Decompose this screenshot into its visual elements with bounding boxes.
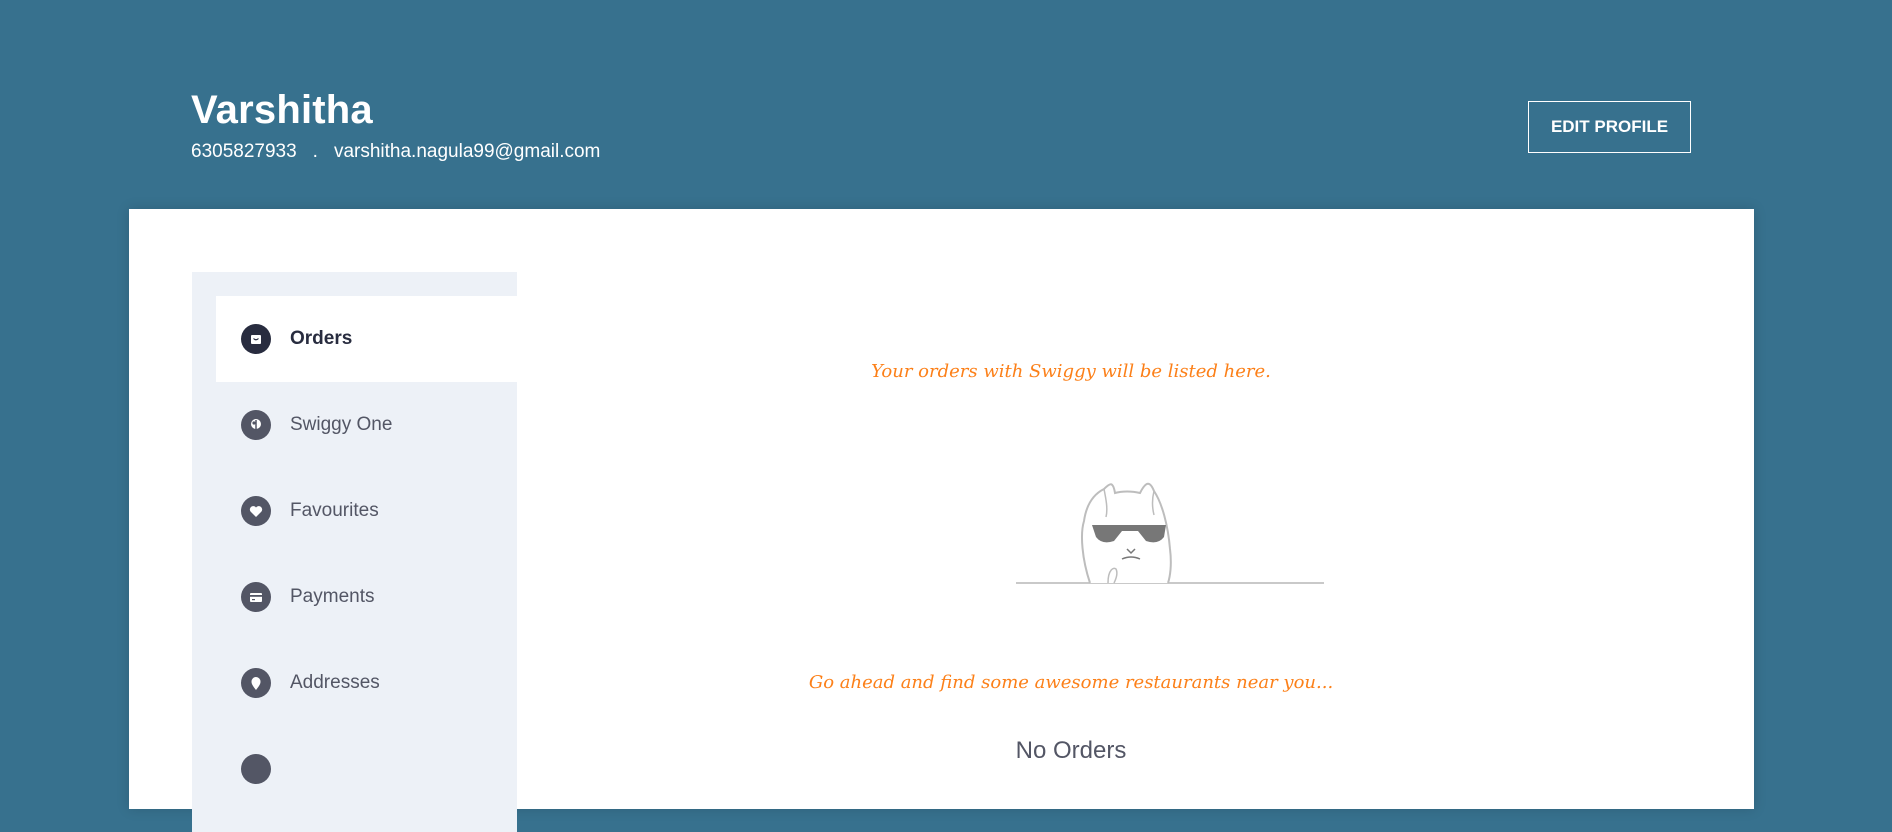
sidebar-item-label: Favourites (290, 500, 379, 521)
heart-icon (241, 496, 271, 526)
edit-profile-button[interactable]: EDIT PROFILE (1528, 101, 1691, 153)
user-contact: 6305827933. varshitha.nagula99@gmail.com (191, 141, 600, 163)
sidebar-item-label: Swiggy One (290, 414, 393, 435)
sidebar-item-addresses[interactable]: Addresses (216, 640, 517, 726)
profile-header: Varshitha 6305827933. varshitha.nagula99@… (0, 0, 1892, 210)
sidebar-item-label: Orders (290, 328, 353, 349)
contact-separator: . (312, 141, 318, 162)
user-email: varshitha.nagula99@gmail.com (333, 141, 601, 162)
sidebar-item-favourites[interactable]: Favourites (216, 468, 517, 554)
card-icon (241, 582, 271, 612)
sidebar-item-payments[interactable]: Payments (216, 554, 517, 640)
sidebar-item-orders[interactable]: Orders (216, 296, 517, 382)
sidebar-item-label: Payments (290, 586, 375, 607)
swiggy-one-icon (241, 410, 271, 440)
cat-illustration (1016, 482, 1324, 584)
location-pin-icon (241, 668, 271, 698)
account-card: Orders Swiggy One Favourites Payments Ad (129, 209, 1754, 832)
sidebar-item-more[interactable] (216, 726, 517, 812)
settings-icon (241, 754, 271, 784)
sidebar-item-label: Addresses (290, 672, 380, 693)
user-name: Varshitha (191, 88, 373, 132)
sidebar-item-swiggy-one[interactable]: Swiggy One (216, 382, 517, 468)
user-phone: 6305827933 (191, 141, 297, 162)
orders-empty-message: Your orders with Swiggy will be listed h… (871, 361, 1271, 382)
no-orders-title: No Orders (1015, 737, 1127, 764)
account-sidebar: Orders Swiggy One Favourites Payments Ad (192, 272, 517, 832)
orders-hint: Go ahead and find some awesome restauran… (808, 672, 1334, 693)
orders-icon (241, 324, 271, 354)
orders-panel: Your orders with Swiggy will be listed h… (517, 209, 1754, 809)
